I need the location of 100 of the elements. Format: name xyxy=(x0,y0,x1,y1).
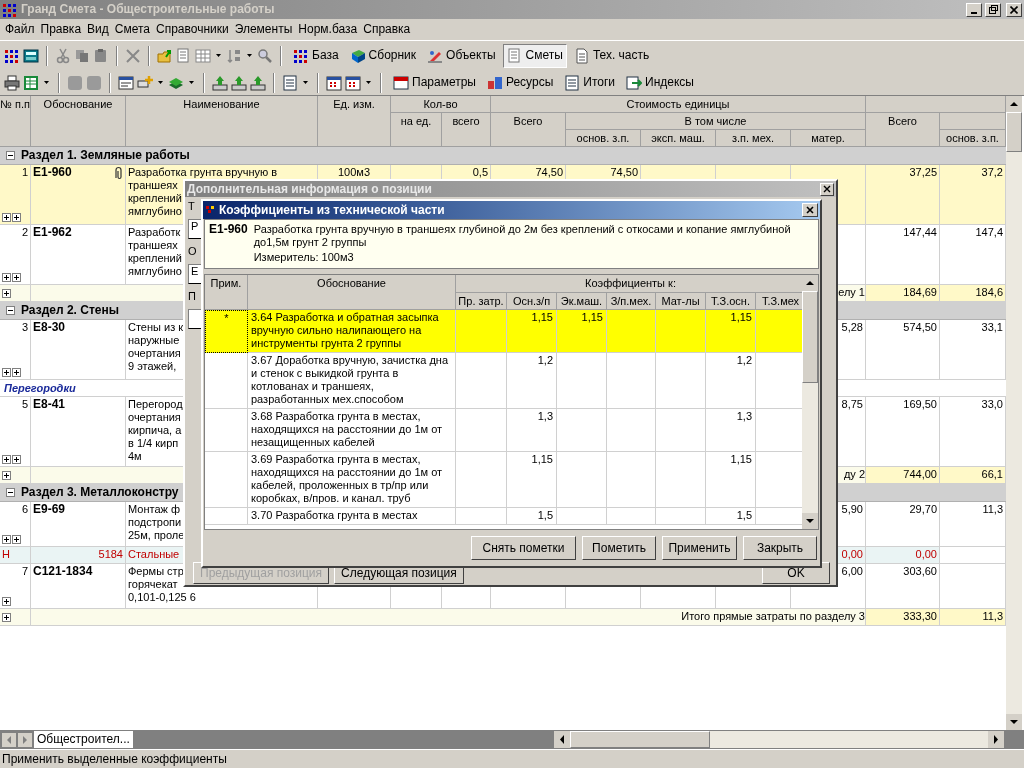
table-cell: 33,1 xyxy=(981,321,1003,334)
menu-item[interactable]: Правка xyxy=(37,23,85,36)
scroll-up-icon[interactable] xyxy=(802,275,818,291)
caret-icon[interactable] xyxy=(44,81,49,84)
copy-icon[interactable] xyxy=(74,47,90,64)
paperclip-icon[interactable] xyxy=(113,166,123,181)
basis-cell-text: 3.67 Доработка вручную, зачистка дна и стенок с выкидкой грунта в котлованах и траншеях, разработанных мех.способом xyxy=(251,354,449,406)
caret-icon[interactable] xyxy=(366,81,371,84)
expand-icon[interactable] xyxy=(2,471,11,480)
input-field[interactable]: Р xyxy=(188,219,202,239)
horizontal-scrollbar[interactable] xyxy=(554,731,1004,748)
caret-icon[interactable] xyxy=(247,54,252,57)
scroll-up-icon[interactable] xyxy=(1006,96,1022,112)
dialog-button[interactable]: Пометить xyxy=(582,536,656,560)
close-button[interactable] xyxy=(820,182,834,196)
close-button[interactable] xyxy=(1006,2,1022,17)
expand-icon[interactable] xyxy=(2,273,11,282)
menu-item[interactable]: Справка xyxy=(360,23,414,36)
scrollbar-thumb[interactable] xyxy=(802,291,818,383)
table-cell: 0,00 xyxy=(841,548,863,561)
caret-icon[interactable] xyxy=(158,81,163,84)
upload-icon[interactable] xyxy=(212,74,228,91)
expand-icon[interactable] xyxy=(12,213,21,222)
scroll-down-icon[interactable] xyxy=(1006,714,1022,730)
table-row[interactable]: 3.67 Доработка вручную, зачистка дна и стенок с выкидкой грунта в котлованах и траншеях, разработанных мех.способом 1,2 1,2 xyxy=(205,353,802,409)
expand-icon[interactable] xyxy=(2,289,11,298)
toolbar-button[interactable]: Тех. часть xyxy=(569,43,654,68)
input-field[interactable] xyxy=(188,309,202,329)
toolbar-button[interactable]: Параметры xyxy=(389,70,480,95)
collapse-icon[interactable] xyxy=(6,306,15,315)
sheet-tab[interactable]: Общестроител... xyxy=(34,731,133,748)
scroll-down-icon[interactable] xyxy=(802,513,818,529)
dialog-button[interactable]: Снять пометки xyxy=(471,536,576,560)
dialog-button[interactable]: Применить xyxy=(662,536,737,560)
menu-item[interactable]: Норм.база xyxy=(295,23,361,36)
expand-icon[interactable] xyxy=(12,455,21,464)
table-row[interactable]: 3.68 Разработка грунта в местах, находящихся на расстоянии до 1м от незащищенных кабелей 1,3 1,3 xyxy=(205,409,802,452)
table-cell: 74,50 xyxy=(535,166,563,179)
menu-item[interactable]: Смета xyxy=(111,23,153,36)
caret-icon[interactable] xyxy=(189,81,194,84)
row-number: 5 xyxy=(21,398,28,411)
caret-icon[interactable] xyxy=(216,54,221,57)
list-icon[interactable] xyxy=(282,74,298,91)
input-field[interactable]: Е xyxy=(188,264,202,284)
table-cell: 744,00 xyxy=(903,468,937,481)
calendar-icon[interactable] xyxy=(326,74,342,91)
calculator-icon[interactable] xyxy=(23,47,39,64)
toolbar-button[interactable]: Итоги xyxy=(560,70,620,95)
upload-icon[interactable] xyxy=(231,74,247,91)
toolbar-button[interactable]: Сборник xyxy=(345,43,421,68)
coefficient-cell: 1,5 xyxy=(736,509,752,522)
mark-cell: * xyxy=(224,312,229,325)
paste-icon[interactable] xyxy=(93,47,109,64)
table-row[interactable]: 3.70 Разработка грунта в местах 1,5 1,5 xyxy=(205,508,802,525)
scroll-left-icon[interactable] xyxy=(554,731,570,748)
calendar-icon[interactable] xyxy=(345,74,361,91)
expand-icon[interactable] xyxy=(12,368,21,377)
scrollbar[interactable] xyxy=(1006,96,1022,730)
caret-icon[interactable] xyxy=(303,81,308,84)
scrollbar[interactable] xyxy=(802,275,818,529)
basis-cell-text: 3.70 Разработка грунта в местах xyxy=(251,509,419,522)
first-sheet-icon[interactable] xyxy=(2,732,16,747)
scrollbar-thumb[interactable] xyxy=(570,731,710,748)
collapse-icon[interactable] xyxy=(6,488,15,497)
toolbar-button[interactable]: Индексы xyxy=(622,70,698,95)
dialog-button[interactable]: Закрыть xyxy=(743,536,817,560)
minimize-button[interactable] xyxy=(966,2,982,17)
expand-icon[interactable] xyxy=(2,597,11,606)
code-cell: Е1-962 xyxy=(33,226,72,239)
table-row[interactable]: * 3.64 Разработка и обратная засыпка вручную сильно налипающего на инструменты грунта 2 группы 1,15 1,15 1,15 xyxy=(205,310,802,353)
scrollbar-thumb[interactable] xyxy=(1006,112,1022,152)
table-cell: 169,50 xyxy=(903,398,937,411)
collapse-icon[interactable] xyxy=(6,151,15,160)
close-button[interactable] xyxy=(802,203,818,217)
next-sheet-icon[interactable] xyxy=(18,732,32,747)
toolbar-button[interactable]: Объекты xyxy=(423,43,500,68)
scroll-right-icon[interactable] xyxy=(988,731,1004,748)
toolbar-button[interactable]: Ресурсы xyxy=(482,70,558,95)
table-row[interactable]: 3.69 Разработка грунта в местах, находящихся на расстоянии до 1м от кабелей, проложенных в тр/пр или коробках, в/пров. и канал. труб 1,15 1,15 xyxy=(205,452,802,508)
grid-icon[interactable] xyxy=(4,47,20,64)
expand-icon[interactable] xyxy=(2,213,11,222)
toolbar-button[interactable]: Сметы xyxy=(502,43,567,68)
expand-icon[interactable] xyxy=(2,535,11,544)
spreadsheet-icon[interactable] xyxy=(23,74,39,91)
expand-icon[interactable] xyxy=(12,273,21,282)
menu-item[interactable]: Элементы xyxy=(231,23,296,36)
menu-item[interactable]: Справочники xyxy=(153,23,232,36)
expand-icon[interactable] xyxy=(2,455,11,464)
toolbar-button[interactable]: База xyxy=(289,43,343,68)
expand-icon[interactable] xyxy=(2,368,11,377)
form-icon[interactable] xyxy=(118,74,134,91)
search-icon[interactable] xyxy=(257,47,273,64)
upload-icon[interactable] xyxy=(250,74,266,91)
menu-item[interactable]: Вид xyxy=(84,23,112,36)
restore-button[interactable] xyxy=(985,2,1001,17)
menu-item[interactable]: Файл xyxy=(2,23,38,36)
printer-icon[interactable] xyxy=(4,74,20,91)
row-number: 3 xyxy=(21,321,28,334)
expand-icon[interactable] xyxy=(12,535,21,544)
expand-icon[interactable] xyxy=(2,613,11,622)
